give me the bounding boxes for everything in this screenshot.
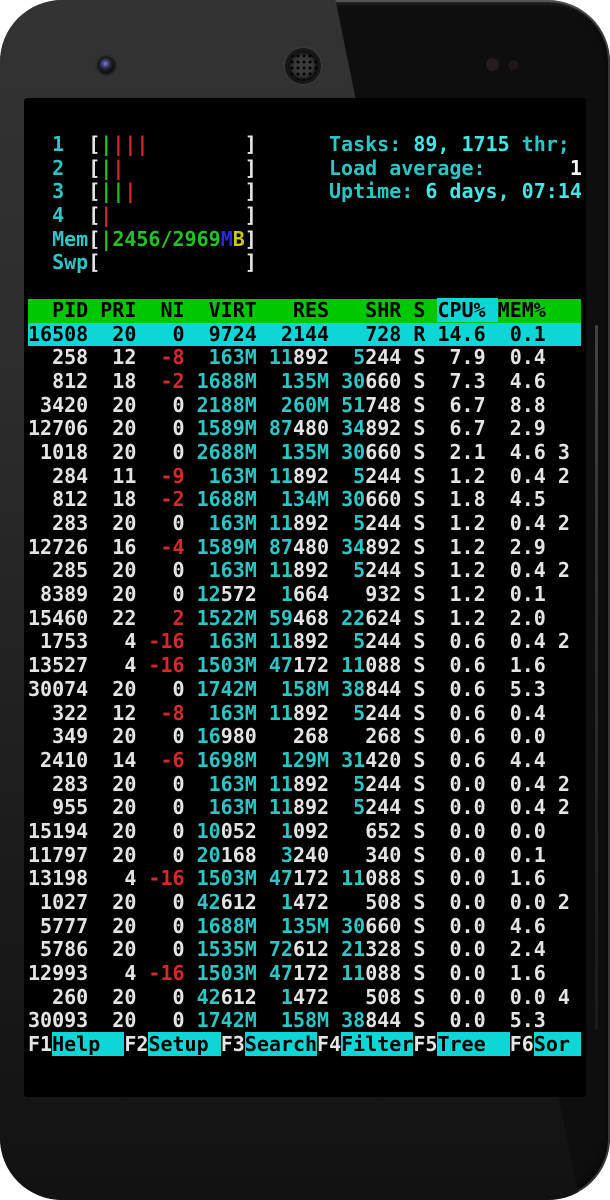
front-camera-icon	[99, 58, 114, 73]
column-header-pri[interactable]: PRI	[100, 298, 148, 322]
process-row-12726[interactable]: 12726 16 -4 1589M 87480 34892 S 1.2 2.9	[28, 536, 581, 560]
column-header-ni[interactable]: NI	[148, 298, 196, 322]
earpiece-speaker-icon	[288, 51, 318, 81]
proximity-sensor-icon	[486, 58, 499, 71]
fnkey-f2-label: Setup	[148, 1032, 220, 1056]
process-row-1753[interactable]: 1753 4 -16 163M 11892 5244 S 0.6 0.4 2	[28, 630, 581, 654]
fnkey-f6[interactable]: F6Sor	[510, 1032, 581, 1056]
process-row-349[interactable]: 349 20 0 16980 268 268 S 0.6 0.0	[28, 725, 581, 749]
fnkey-f4-label: Filter	[341, 1032, 413, 1056]
process-row-12706[interactable]: 12706 20 0 1589M 87480 34892 S 6.7 2.9	[28, 417, 581, 441]
process-row-5777[interactable]: 5777 20 0 1688M 135M 30660 S 0.0 4.6	[28, 915, 581, 939]
fnkey-f1[interactable]: F1Help	[28, 1032, 124, 1056]
process-row-16508[interactable]: 16508 20 0 9724 2144 728 R 14.6 0.1	[28, 323, 581, 347]
fnkey-f3-label: Search	[245, 1032, 317, 1056]
fnkey-f1-key: F1	[28, 1032, 52, 1056]
phone-frame: 1 [|||| ]Tasks: 89, 1715 thr; 2 [|| ]Loa…	[0, 0, 610, 1200]
swp-meter: Swp[ ]	[28, 251, 581, 275]
fnkey-f3[interactable]: F3Search	[221, 1032, 317, 1056]
process-row-1018[interactable]: 1018 20 0 2688M 135M 30660 S 2.1 4.6 3	[28, 441, 581, 465]
process-row-13527[interactable]: 13527 4 -16 1503M 47172 11088 S 0.6 1.6	[28, 654, 581, 678]
fnkey-f2-key: F2	[124, 1032, 148, 1056]
column-header-pid[interactable]: PID	[28, 298, 100, 322]
process-row-322[interactable]: 322 12 -8 163M 11892 5244 S 0.6 0.4	[28, 702, 581, 726]
process-row-258[interactable]: 258 12 -8 163M 11892 5244 S 7.9 0.4	[28, 346, 581, 370]
process-row-260[interactable]: 260 20 0 42612 1472 508 S 0.0 0.0 4	[28, 986, 581, 1010]
fnkey-f5[interactable]: F5Tree	[413, 1032, 509, 1056]
cpu-meter-2: 2 [|| ]Load average: 1	[28, 157, 581, 181]
process-row-1027[interactable]: 1027 20 0 42612 1472 508 S 0.0 0.0 2	[28, 891, 581, 915]
process-row-30093[interactable]: 30093 20 0 1742M 158M 38844 S 0.0 5.3	[28, 1009, 581, 1033]
process-row-15460[interactable]: 15460 22 2 1522M 59468 22624 S 1.2 2.0	[28, 607, 581, 631]
tasks-summary: Tasks: 89, 1715 thr;	[329, 133, 570, 157]
side-edge-highlight	[595, 325, 598, 1030]
process-row-5786[interactable]: 5786 20 0 1535M 72612 21328 S 0.0 2.4	[28, 938, 581, 962]
process-table-header: PID PRI NI VIRT RES SHR S CPU% MEM%	[28, 299, 581, 323]
mem-meter: Mem[|2456/2969MB]	[28, 228, 581, 252]
process-row-30074[interactable]: 30074 20 0 1742M 158M 38844 S 0.6 5.3	[28, 678, 581, 702]
spacer-line	[28, 275, 581, 299]
process-row-13198[interactable]: 13198 4 -16 1503M 47172 11088 S 0.0 1.6	[28, 867, 581, 891]
column-header-res[interactable]: RES	[269, 298, 341, 322]
load-average-summary: Load average: 1	[329, 157, 581, 181]
screen: 1 [|||| ]Tasks: 89, 1715 thr; 2 [|| ]Loa…	[24, 98, 586, 1097]
process-row-283[interactable]: 283 20 0 163M 11892 5244 S 0.0 0.4 2	[28, 773, 581, 797]
process-row-812[interactable]: 812 18 -2 1688M 135M 30660 S 7.3 4.6	[28, 370, 581, 394]
process-row-15194[interactable]: 15194 20 0 10052 1092 652 S 0.0 0.0	[28, 820, 581, 844]
column-header-s[interactable]: S	[413, 298, 437, 322]
column-header-cpu[interactable]: CPU%	[437, 298, 497, 322]
process-row-285[interactable]: 285 20 0 163M 11892 5244 S 1.2 0.4 2	[28, 559, 581, 583]
process-row-8389[interactable]: 8389 20 0 12572 1664 932 S 1.2 0.1	[28, 583, 581, 607]
process-row-3420[interactable]: 3420 20 0 2188M 260M 51748 S 6.7 8.8	[28, 394, 581, 418]
column-header-virt[interactable]: VIRT	[197, 298, 269, 322]
fnkey-f2[interactable]: F2Setup	[124, 1032, 220, 1056]
column-header-mem[interactable]: MEM%	[498, 298, 546, 322]
fnkey-f6-label: Sor	[534, 1032, 581, 1056]
column-header-shr[interactable]: SHR	[341, 298, 413, 322]
process-row-11797[interactable]: 11797 20 0 20168 3240 340 S 0.0 0.1	[28, 844, 581, 868]
uptime-summary: Uptime: 6 days, 07:14	[329, 180, 581, 204]
process-row-955[interactable]: 955 20 0 163M 11892 5244 S 0.0 0.4 2	[28, 796, 581, 820]
fnkey-f1-label: Help	[52, 1032, 124, 1056]
fnkey-f4[interactable]: F4Filter	[317, 1032, 413, 1056]
cpu-meter-4: 4 [| ]	[28, 204, 581, 228]
cpu-meter-1: 1 [|||| ]Tasks: 89, 1715 thr;	[28, 133, 581, 157]
fnkey-f6-key: F6	[510, 1032, 534, 1056]
function-key-bar: F1Help F2Setup F3SearchF4FilterF5Tree F6…	[28, 1033, 581, 1057]
fnkey-f5-label: Tree	[437, 1032, 509, 1056]
fnkey-f4-key: F4	[317, 1032, 341, 1056]
ambient-light-sensor-icon	[508, 60, 518, 70]
cpu-meter-3: 3 [||| ]Uptime: 6 days, 07:14	[28, 180, 581, 204]
process-row-2410[interactable]: 2410 14 -6 1698M 129M 31420 S 0.6 4.4	[28, 749, 581, 773]
process-row-283[interactable]: 283 20 0 163M 11892 5244 S 1.2 0.4 2	[28, 512, 581, 536]
fnkey-f3-key: F3	[221, 1032, 245, 1056]
process-row-284[interactable]: 284 11 -9 163M 11892 5244 S 1.2 0.4 2	[28, 465, 581, 489]
process-row-812[interactable]: 812 18 -2 1688M 134M 30660 S 1.8 4.5	[28, 488, 581, 512]
process-row-12993[interactable]: 12993 4 -16 1503M 47172 11088 S 0.0 1.6	[28, 962, 581, 986]
htop-terminal: 1 [|||| ]Tasks: 89, 1715 thr; 2 [|| ]Loa…	[28, 133, 581, 1059]
fnkey-f5-key: F5	[413, 1032, 437, 1056]
